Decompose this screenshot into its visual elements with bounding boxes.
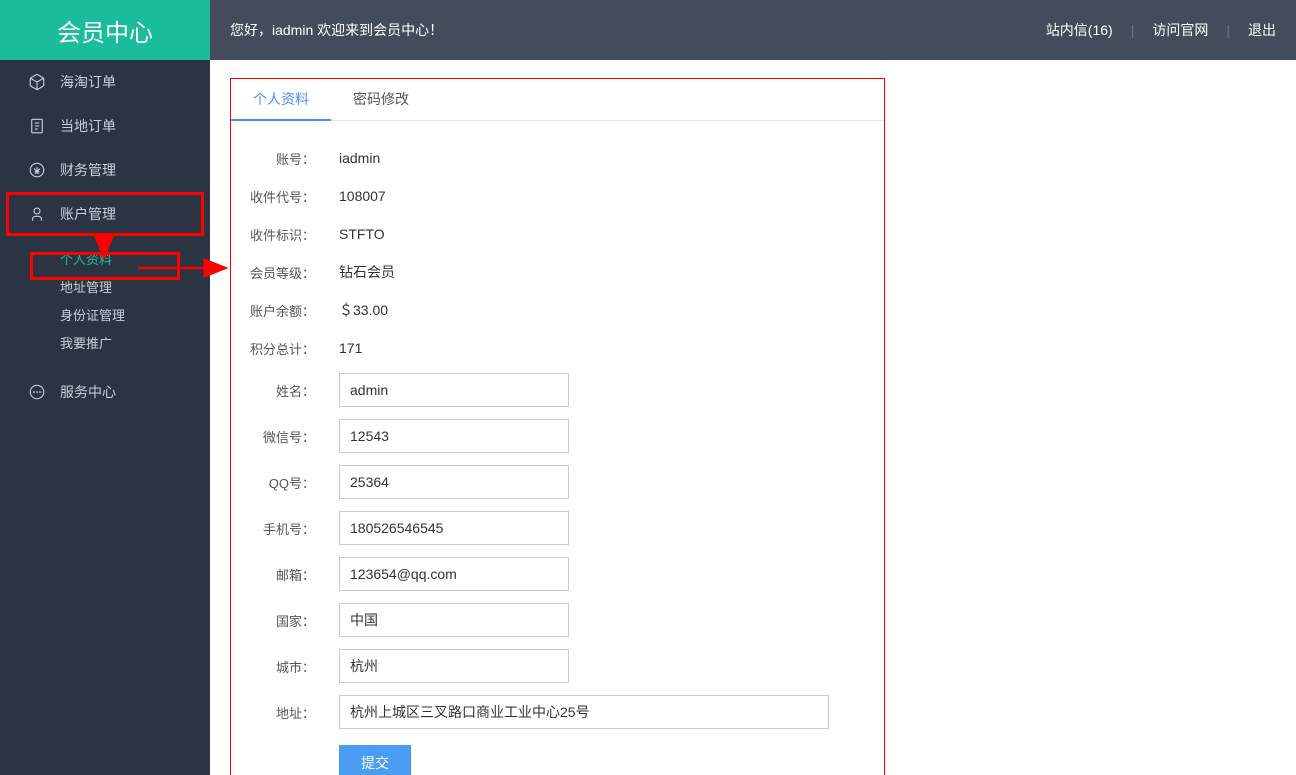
input-name[interactable] bbox=[339, 373, 569, 407]
sidebar-item-haitao[interactable]: 海淘订单 bbox=[0, 60, 210, 104]
sidebar: 会员中心 海淘订单 当地订单 财务管理 账户管 bbox=[0, 0, 210, 775]
sidebar-item-label: 服务中心 bbox=[60, 382, 116, 402]
sidebar-item-label: 当地订单 bbox=[60, 116, 116, 136]
logout-link[interactable]: 退出 bbox=[1248, 20, 1276, 40]
label-city: 城市： bbox=[241, 657, 327, 676]
sidebar-subitem-label: 个人资料 bbox=[60, 249, 112, 268]
label-address: 地址： bbox=[241, 703, 327, 722]
input-wechat[interactable] bbox=[339, 419, 569, 453]
label-receipt-code: 收件代号： bbox=[241, 187, 327, 206]
label-name: 姓名： bbox=[241, 381, 327, 400]
sidebar-subitem-address[interactable]: 地址管理 bbox=[0, 272, 210, 300]
tab-password[interactable]: 密码修改 bbox=[331, 79, 431, 120]
submit-button[interactable]: 提交 bbox=[339, 745, 411, 775]
sidebar-item-account[interactable]: 账户管理 bbox=[0, 192, 210, 236]
label-receipt-id: 收件标识： bbox=[241, 225, 327, 244]
label-wechat: 微信号： bbox=[241, 427, 327, 446]
value-points: 171 bbox=[327, 340, 362, 356]
sidebar-subitem-label: 地址管理 bbox=[60, 277, 112, 296]
document-icon bbox=[28, 117, 46, 135]
value-receipt-id: STFTO bbox=[327, 226, 385, 242]
input-address[interactable] bbox=[339, 695, 829, 729]
chat-icon bbox=[28, 383, 46, 401]
label-qq: QQ号： bbox=[241, 473, 327, 492]
website-link[interactable]: 访问官网 bbox=[1152, 20, 1208, 40]
sidebar-item-label: 财务管理 bbox=[60, 160, 116, 180]
value-account: iadmin bbox=[327, 150, 380, 166]
brand-title: 会员中心 bbox=[0, 0, 210, 60]
tab-profile[interactable]: 个人资料 bbox=[231, 79, 331, 121]
label-member-level: 会员等级： bbox=[241, 263, 327, 282]
divider: | bbox=[1226, 22, 1230, 38]
input-qq[interactable] bbox=[339, 465, 569, 499]
sidebar-item-service[interactable]: 服务中心 bbox=[0, 370, 210, 414]
label-balance: 账户余额： bbox=[241, 301, 327, 320]
value-balance: ＄33.00 bbox=[327, 300, 388, 320]
sidebar-item-finance[interactable]: 财务管理 bbox=[0, 148, 210, 192]
divider: | bbox=[1131, 22, 1135, 38]
value-member-level: 钻石会员 bbox=[327, 262, 395, 282]
sidebar-subitem-idcard[interactable]: 身份证管理 bbox=[0, 300, 210, 328]
label-account: 账号： bbox=[241, 149, 327, 168]
input-email[interactable] bbox=[339, 557, 569, 591]
sidebar-subitem-profile[interactable]: 个人资料 bbox=[0, 244, 210, 272]
sidebar-item-local[interactable]: 当地订单 bbox=[0, 104, 210, 148]
value-receipt-code: 108007 bbox=[327, 188, 386, 204]
sidebar-subitem-label: 我要推广 bbox=[60, 333, 112, 352]
label-points: 积分总计： bbox=[241, 339, 327, 358]
tabs: 个人资料 密码修改 bbox=[231, 79, 884, 121]
topbar: 您好，iadmin 欢迎来到会员中心！ 站内信(16) | 访问官网 | 退出 bbox=[210, 0, 1296, 60]
input-country[interactable] bbox=[339, 603, 569, 637]
sidebar-item-label: 账户管理 bbox=[60, 204, 116, 224]
input-city[interactable] bbox=[339, 649, 569, 683]
money-icon bbox=[28, 161, 46, 179]
content-area: 个人资料 密码修改 账号： iadmin 收件代号： 108007 收件标识： … bbox=[210, 60, 1296, 775]
label-email: 邮箱： bbox=[241, 565, 327, 584]
profile-panel: 个人资料 密码修改 账号： iadmin 收件代号： 108007 收件标识： … bbox=[230, 78, 885, 775]
sidebar-subitem-promote[interactable]: 我要推广 bbox=[0, 328, 210, 356]
box-icon bbox=[28, 73, 46, 91]
user-icon bbox=[28, 205, 46, 223]
sidebar-item-label: 海淘订单 bbox=[60, 72, 116, 92]
input-phone[interactable] bbox=[339, 511, 569, 545]
inbox-link[interactable]: 站内信(16) bbox=[1046, 20, 1113, 40]
label-country: 国家： bbox=[241, 611, 327, 630]
greeting-text: 您好，iadmin 欢迎来到会员中心！ bbox=[230, 20, 443, 40]
label-phone: 手机号： bbox=[241, 519, 327, 538]
sidebar-subitem-label: 身份证管理 bbox=[60, 305, 125, 324]
form-area: 账号： iadmin 收件代号： 108007 收件标识： STFTO 会员等级… bbox=[231, 121, 884, 775]
